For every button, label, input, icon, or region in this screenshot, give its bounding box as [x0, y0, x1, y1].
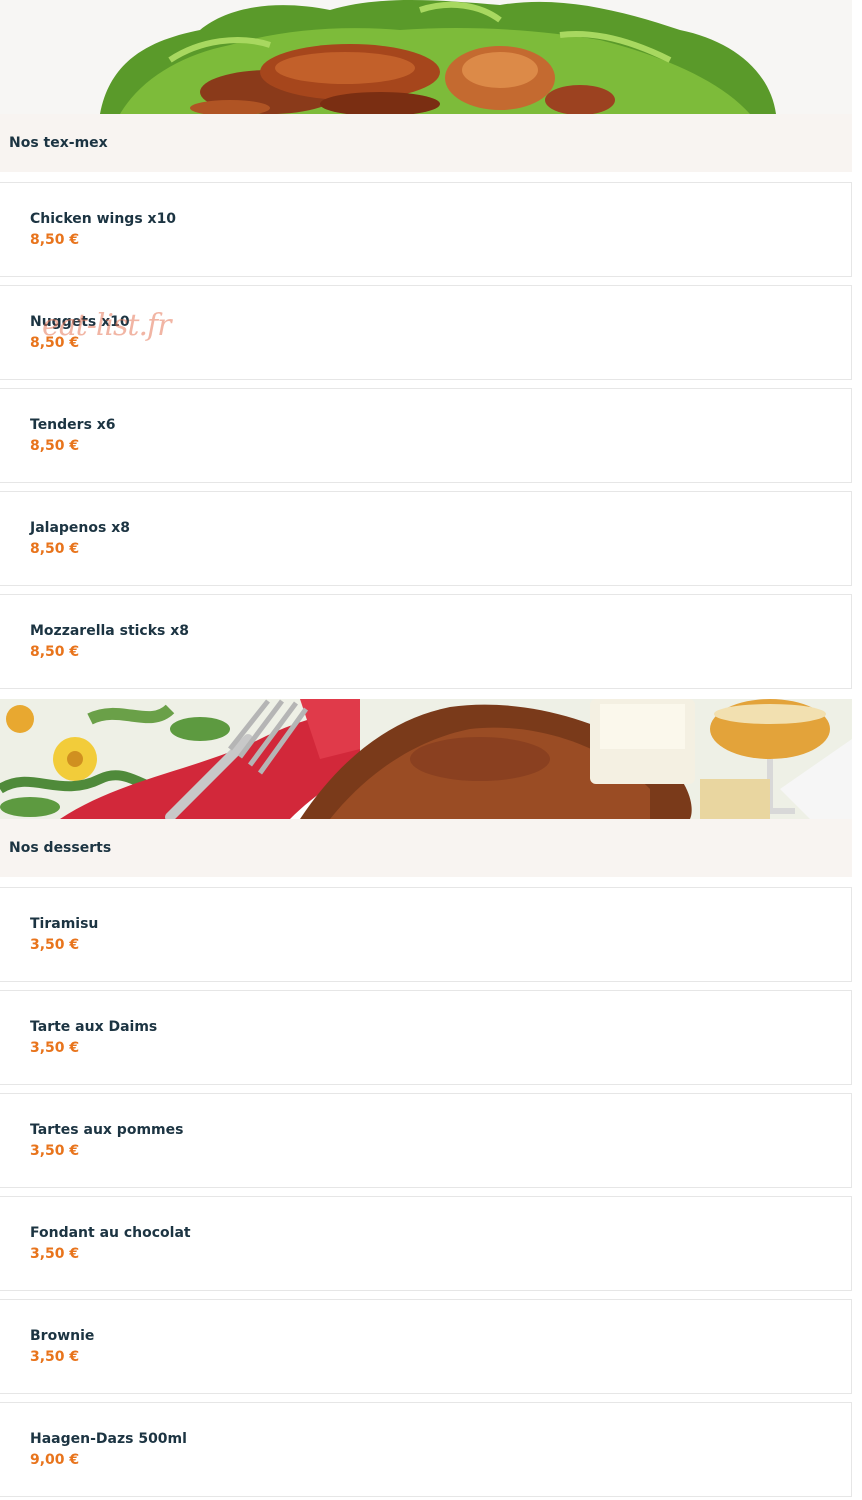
item-price: 9,00 €: [30, 1451, 80, 1468]
item-price: 3,50 €: [30, 1348, 80, 1365]
item-price: 8,50 €: [30, 231, 80, 248]
item-price: 8,50 €: [30, 540, 80, 557]
texmex-list: Chicken wings x10 8,50 € Nuggets x10 8,5…: [0, 182, 862, 689]
menu-item[interactable]: Jalapenos x8 8,50 €: [0, 491, 852, 586]
item-price: 3,50 €: [30, 1245, 80, 1262]
menu-item[interactable]: Tenders x6 8,50 €: [0, 388, 852, 483]
menu-item[interactable]: Nuggets x10 8,50 €: [0, 285, 852, 380]
menu-item[interactable]: Fondant au chocolat 3,50 €: [0, 1196, 852, 1291]
item-name: Tartes aux pommes: [30, 1121, 184, 1138]
menu-item[interactable]: Chicken wings x10 8,50 €: [0, 182, 852, 277]
item-name: Fondant au chocolat: [30, 1224, 191, 1241]
desserts-list: Tiramisu 3,50 € Tarte aux Daims 3,50 € T…: [0, 887, 862, 1497]
item-name: Haagen-Dazs 500ml: [30, 1430, 187, 1447]
item-name: Nuggets x10: [30, 313, 130, 330]
item-name: Brownie: [30, 1327, 95, 1344]
item-name: Tenders x6: [30, 416, 116, 433]
item-name: Chicken wings x10: [30, 210, 177, 227]
item-price: 3,50 €: [30, 1142, 80, 1159]
item-price: 8,50 €: [30, 334, 80, 351]
item-name: Tiramisu: [30, 915, 99, 932]
menu-item[interactable]: Mozzarella sticks x8 8,50 €: [0, 594, 852, 689]
item-name: Tarte aux Daims: [30, 1018, 158, 1035]
section-title-texmex: Nos tex-mex: [0, 114, 852, 172]
menu-item[interactable]: Haagen-Dazs 500ml 9,00 €: [0, 1402, 852, 1497]
item-price: 3,50 €: [30, 936, 80, 953]
texmex-banner-image: [0, 0, 852, 114]
section-title-desserts: Nos desserts: [0, 819, 852, 877]
item-name: Jalapenos x8: [30, 519, 130, 536]
menu-item[interactable]: Tiramisu 3,50 €: [0, 887, 852, 982]
item-name: Mozzarella sticks x8: [30, 622, 190, 639]
item-price: 3,50 €: [30, 1039, 80, 1056]
item-price: 8,50 €: [30, 437, 80, 454]
menu-item[interactable]: Tarte aux Daims 3,50 €: [0, 990, 852, 1085]
menu-item[interactable]: Brownie 3,50 €: [0, 1299, 852, 1394]
desserts-banner-image: [0, 699, 852, 819]
item-price: 8,50 €: [30, 643, 80, 660]
menu-item[interactable]: Tartes aux pommes 3,50 €: [0, 1093, 852, 1188]
